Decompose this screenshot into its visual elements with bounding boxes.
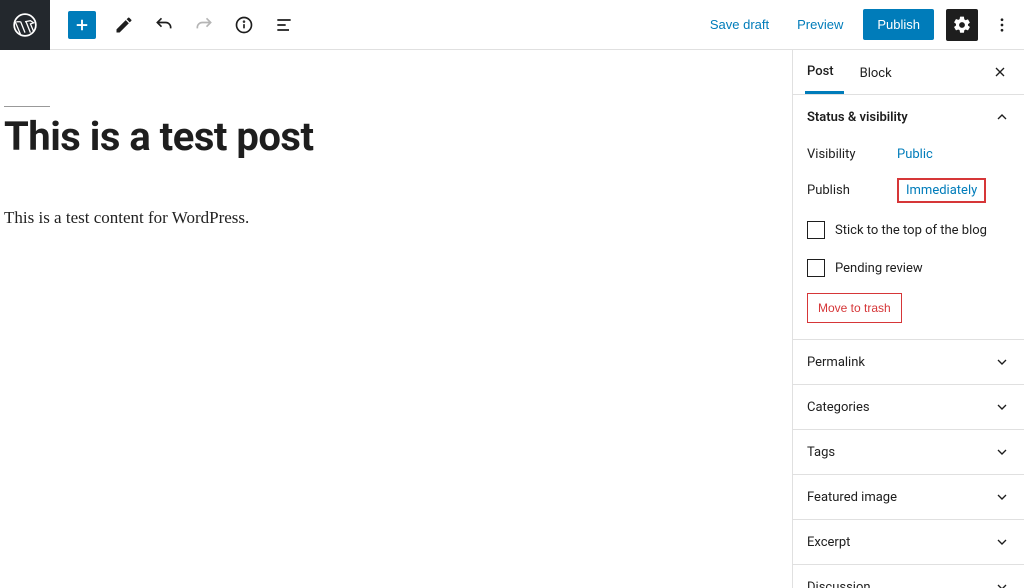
- panel-discussion: Discussion: [793, 565, 1024, 588]
- redo-icon[interactable]: [192, 13, 216, 37]
- chevron-down-icon: [994, 354, 1010, 370]
- move-to-trash-button[interactable]: Move to trash: [807, 293, 902, 323]
- panel-header-discussion[interactable]: Discussion: [793, 565, 1024, 588]
- panel-featured-image: Featured image: [793, 475, 1024, 520]
- chevron-up-icon: [994, 109, 1010, 125]
- panel-header-excerpt[interactable]: Excerpt: [793, 520, 1024, 564]
- tab-block[interactable]: Block: [858, 52, 902, 93]
- publish-button[interactable]: Publish: [863, 9, 934, 40]
- post-title[interactable]: This is a test post: [4, 113, 788, 160]
- chevron-down-icon: [994, 579, 1010, 588]
- panel-excerpt: Excerpt: [793, 520, 1024, 565]
- publish-row: Publish Immediately: [807, 170, 1010, 211]
- editor-canvas[interactable]: This is a test post This is a test conte…: [0, 50, 792, 588]
- pending-label: Pending review: [835, 261, 923, 276]
- publish-label: Publish: [807, 183, 897, 198]
- pending-checkbox[interactable]: [807, 259, 825, 277]
- panel-title-featured-image: Featured image: [807, 490, 897, 505]
- chevron-down-icon: [994, 534, 1010, 550]
- stick-label: Stick to the top of the blog: [835, 223, 987, 238]
- panel-status-visibility: Status & visibility Visibility Public Pu…: [793, 95, 1024, 340]
- panel-header-status[interactable]: Status & visibility: [793, 95, 1024, 139]
- stick-checkbox[interactable]: [807, 221, 825, 239]
- panel-header-featured-image[interactable]: Featured image: [793, 475, 1024, 519]
- post-content[interactable]: This is a test content for WordPress.: [4, 208, 788, 228]
- edit-mode-icon[interactable]: [112, 13, 136, 37]
- chevron-down-icon: [994, 444, 1010, 460]
- panel-title-tags: Tags: [807, 445, 835, 460]
- chevron-down-icon: [994, 399, 1010, 415]
- visibility-row: Visibility Public: [807, 139, 1010, 170]
- chevron-down-icon: [994, 489, 1010, 505]
- panel-header-tags[interactable]: Tags: [793, 430, 1024, 474]
- panel-permalink: Permalink: [793, 340, 1024, 385]
- sidebar-tabs: Post Block: [793, 50, 1024, 95]
- panel-title-discussion: Discussion: [807, 580, 871, 588]
- panel-header-categories[interactable]: Categories: [793, 385, 1024, 429]
- panel-title-status: Status & visibility: [807, 110, 908, 125]
- stick-checkbox-row[interactable]: Stick to the top of the blog: [807, 211, 1010, 249]
- add-block-button[interactable]: [68, 11, 96, 39]
- settings-sidebar: Post Block Status & visibility Visibilit…: [792, 50, 1024, 588]
- toolbar-right: Save draft Preview Publish: [702, 9, 1024, 41]
- close-sidebar-icon[interactable]: [988, 60, 1012, 84]
- wordpress-logo[interactable]: [0, 0, 50, 50]
- panel-body-status: Visibility Public Publish Immediately St…: [793, 139, 1024, 339]
- panel-tags: Tags: [793, 430, 1024, 475]
- visibility-value[interactable]: Public: [897, 147, 933, 162]
- publish-value[interactable]: Immediately: [897, 178, 986, 203]
- undo-icon[interactable]: [152, 13, 176, 37]
- preview-button[interactable]: Preview: [789, 11, 851, 38]
- panel-categories: Categories: [793, 385, 1024, 430]
- panel-title-permalink: Permalink: [807, 355, 865, 370]
- top-toolbar: Save draft Preview Publish: [0, 0, 1024, 50]
- toolbar-left: [50, 11, 296, 39]
- main-area: This is a test post This is a test conte…: [0, 50, 1024, 588]
- pending-checkbox-row[interactable]: Pending review: [807, 249, 1010, 287]
- panel-title-categories: Categories: [807, 400, 870, 415]
- settings-button[interactable]: [946, 9, 978, 41]
- save-draft-button[interactable]: Save draft: [702, 11, 777, 38]
- visibility-label: Visibility: [807, 147, 897, 162]
- panel-header-permalink[interactable]: Permalink: [793, 340, 1024, 384]
- info-icon[interactable]: [232, 13, 256, 37]
- title-divider: [4, 106, 50, 107]
- panel-title-excerpt: Excerpt: [807, 535, 850, 550]
- outline-icon[interactable]: [272, 13, 296, 37]
- more-options-icon[interactable]: [990, 13, 1014, 37]
- tab-post[interactable]: Post: [805, 50, 844, 94]
